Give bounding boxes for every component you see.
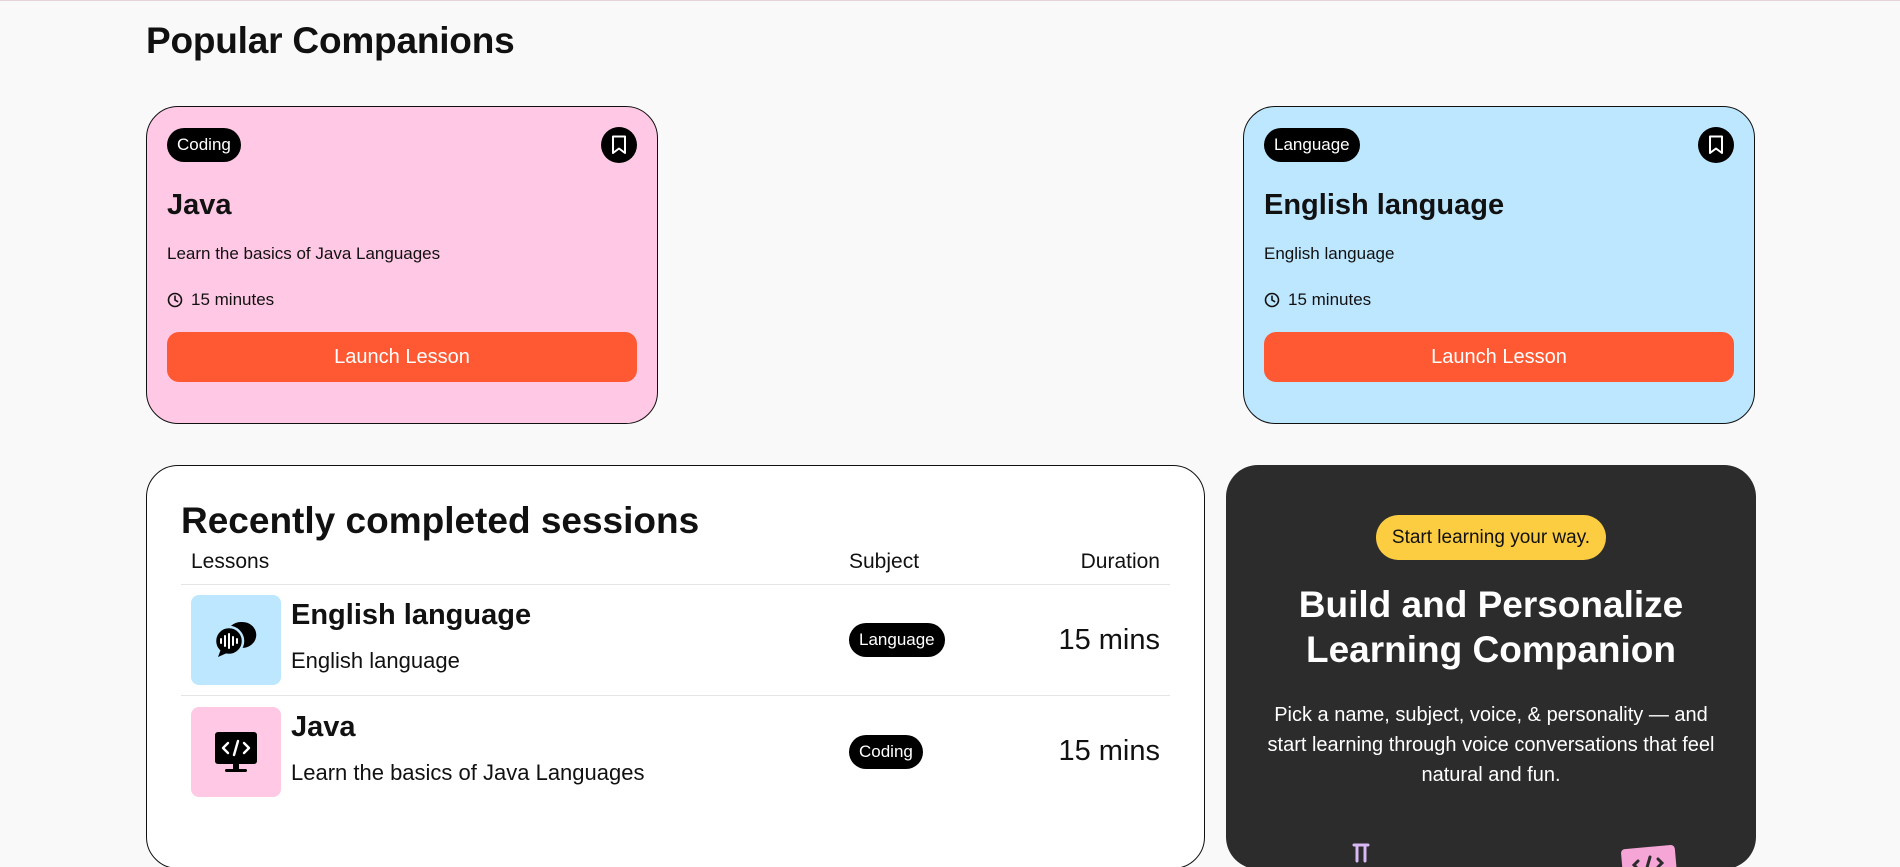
lesson-description: English language [291,648,460,673]
build-companion-cta: Start learning your way. Build and Perso… [1226,465,1756,867]
subject-badge: Coding [167,128,241,162]
companion-description: Learn the basics of Java Languages [167,244,441,263]
header-duration: Duration [1080,550,1160,573]
cta-tagline-pill: Start learning your way. [1375,515,1607,560]
popular-companions-title: Popular Companions [146,20,515,61]
bookmark-icon [612,135,626,154]
code-sticker-icon [1621,845,1678,867]
header-lessons: Lessons [191,550,270,573]
companion-description: English language [1264,244,1395,263]
sessions-table-header: Lessons Subject Duration [181,550,1170,585]
recent-sessions-title: Recently completed sessions [181,500,700,541]
cta-description: Pick a name, subject, voice, & personali… [1267,704,1715,786]
subject-badge: Coding [849,734,923,769]
coding-icon [191,706,281,797]
lesson-duration: 15 mins [1058,735,1160,767]
companion-duration: 15 minutes [1264,290,1734,310]
companion-name: Java [167,189,232,221]
companion-duration: 15 minutes [167,290,637,310]
companion-name: English language [1264,189,1505,221]
top-divider [0,0,1900,1]
companion-card-java: Coding Java Learn the basics of Java Lan… [146,106,658,424]
duration-label: 15 minutes [191,290,275,309]
bookmark-button[interactable] [601,127,637,163]
table-row[interactable]: Java Learn the basics of Java Languages … [181,696,1170,807]
table-row[interactable]: English language English language Langua… [181,585,1170,696]
lesson-duration: 15 mins [1058,623,1160,656]
subject-badge: Language [1264,128,1360,162]
cta-title: Build and Personalize Learning Companion [1298,584,1684,670]
flask-icon [1352,843,1370,863]
language-icon [191,595,281,685]
clock-icon [1264,292,1280,308]
launch-lesson-button[interactable]: Launch Lesson [167,332,637,382]
subject-badge: Language [849,623,945,657]
clock-icon [167,292,183,308]
launch-lesson-button[interactable]: Launch Lesson [1264,332,1734,382]
recent-sessions-panel: Recently completed sessions Lessons Subj… [146,465,1205,867]
lesson-name: English language [291,599,532,631]
lesson-name: Java [291,710,356,743]
lesson-description: Learn the basics of Java Languages [291,759,645,785]
companion-card-english: Language English language English langua… [1243,106,1755,424]
header-subject: Subject [849,550,920,573]
duration-label: 15 minutes [1288,290,1372,309]
bookmark-button[interactable] [1698,127,1734,163]
bookmark-icon [1709,135,1723,154]
